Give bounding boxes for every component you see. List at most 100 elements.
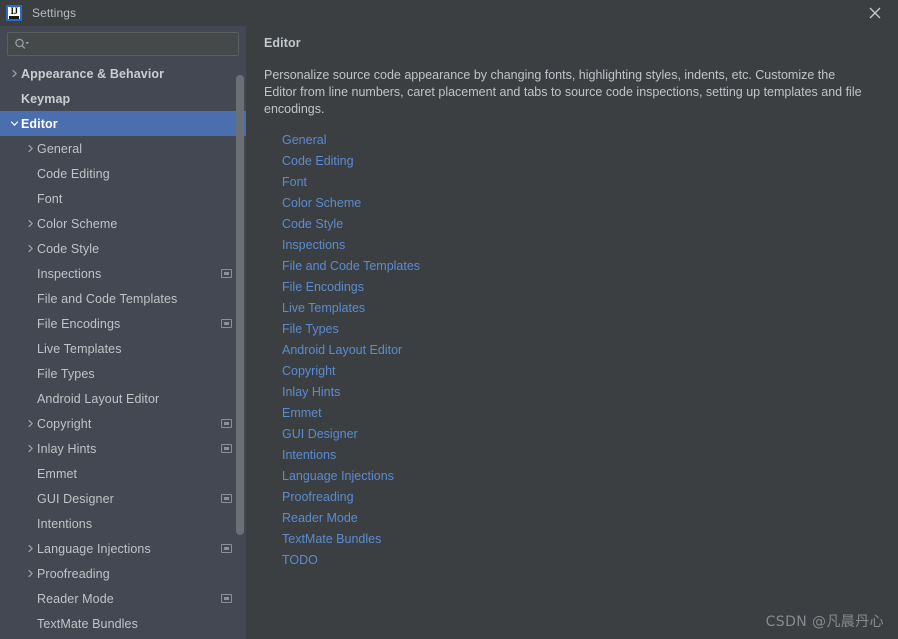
sidebar-item-appearance-behavior[interactable]: Appearance & Behavior <box>0 61 246 86</box>
chevron-right-icon[interactable] <box>24 144 37 153</box>
subsection-link-list: General Code Editing Font Color Scheme Code … <box>264 130 880 571</box>
sidebar-item-label: Proofreading <box>37 566 110 581</box>
link-color-scheme[interactable]: Color Scheme <box>282 193 361 214</box>
sidebar-item-label: Editor <box>21 116 58 131</box>
project-settings-badge-icon <box>221 269 232 278</box>
link-textmate-bundles[interactable]: TextMate Bundles <box>282 529 381 550</box>
title-bar: IJ Settings <box>0 0 898 26</box>
link-file-types[interactable]: File Types <box>282 319 339 340</box>
link-copyright[interactable]: Copyright <box>282 361 336 382</box>
project-settings-badge-icon <box>221 319 232 328</box>
settings-window: IJ Settings Appearance & Behavior Keymap… <box>0 0 898 639</box>
sidebar-item-keymap[interactable]: Keymap <box>0 86 246 111</box>
chevron-right-icon[interactable] <box>24 569 37 578</box>
chevron-right-icon[interactable] <box>8 69 21 78</box>
chevron-right-icon[interactable] <box>24 419 37 428</box>
sidebar-scrollbar-track[interactable] <box>236 61 244 639</box>
intellij-logo-text: IJ <box>10 6 18 16</box>
sidebar-item-label: Code Editing <box>37 166 110 181</box>
sidebar-item-editor[interactable]: Editor <box>0 111 246 136</box>
sidebar-item-color-scheme[interactable]: Color Scheme <box>0 211 246 236</box>
sidebar-item-file-encodings[interactable]: File Encodings <box>0 311 246 336</box>
chevron-right-icon[interactable] <box>24 544 37 553</box>
main-panel: Editor Personalize source code appearanc… <box>246 26 898 639</box>
search-input[interactable] <box>30 34 238 54</box>
window-title: Settings <box>32 6 77 20</box>
chevron-down-icon[interactable] <box>8 119 21 128</box>
sidebar-item-live-templates[interactable]: Live Templates <box>0 336 246 361</box>
link-todo[interactable]: TODO <box>282 550 318 571</box>
sidebar-item-label: Inspections <box>37 266 102 281</box>
link-gui-designer[interactable]: GUI Designer <box>282 424 358 445</box>
sidebar-item-label: Color Scheme <box>37 216 118 231</box>
sidebar-item-textmate-bundles[interactable]: TextMate Bundles <box>0 611 246 636</box>
sidebar-item-file-and-code-templates[interactable]: File and Code Templates <box>0 286 246 311</box>
sidebar-item-label: Inlay Hints <box>37 441 97 456</box>
search-icon <box>14 38 30 50</box>
link-inlay-hints[interactable]: Inlay Hints <box>282 382 340 403</box>
link-emmet[interactable]: Emmet <box>282 403 322 424</box>
sidebar-item-inspections[interactable]: Inspections <box>0 261 246 286</box>
sidebar-item-label: File and Code Templates <box>37 291 178 306</box>
sidebar-item-file-types[interactable]: File Types <box>0 361 246 386</box>
link-intentions[interactable]: Intentions <box>282 445 336 466</box>
project-settings-badge-icon <box>221 544 232 553</box>
link-general[interactable]: General <box>282 130 326 151</box>
chevron-right-icon[interactable] <box>24 444 37 453</box>
sidebar-item-android-layout-editor[interactable]: Android Layout Editor <box>0 386 246 411</box>
sidebar-item-label: Live Templates <box>37 341 122 356</box>
project-settings-badge-icon <box>221 494 232 503</box>
link-language-injections[interactable]: Language Injections <box>282 466 394 487</box>
sidebar-item-label: File Types <box>37 366 95 381</box>
sidebar-item-gui-designer[interactable]: GUI Designer <box>0 486 246 511</box>
link-live-templates[interactable]: Live Templates <box>282 298 365 319</box>
page-title: Editor <box>264 36 301 50</box>
link-inspections[interactable]: Inspections <box>282 235 345 256</box>
sidebar-item-copyright[interactable]: Copyright <box>0 411 246 436</box>
chevron-right-icon[interactable] <box>24 244 37 253</box>
page-description: Personalize source code appearance by ch… <box>264 68 862 116</box>
sidebar-item-label: Appearance & Behavior <box>21 66 165 81</box>
sidebar-item-language-injections[interactable]: Language Injections <box>0 536 246 561</box>
sidebar-item-label: Android Layout Editor <box>37 391 160 406</box>
sidebar-item-proofreading[interactable]: Proofreading <box>0 561 246 586</box>
settings-sidebar: Appearance & Behavior Keymap Editor General… <box>0 26 246 639</box>
sidebar-item-label: Copyright <box>37 416 92 431</box>
sidebar-item-intentions[interactable]: Intentions <box>0 511 246 536</box>
sidebar-item-reader-mode[interactable]: Reader Mode <box>0 586 246 611</box>
search-box[interactable] <box>7 32 239 56</box>
sidebar-item-emmet[interactable]: Emmet <box>0 461 246 486</box>
link-file-and-code-templates[interactable]: File and Code Templates <box>282 256 420 277</box>
link-code-editing[interactable]: Code Editing <box>282 151 354 172</box>
sidebar-item-inlay-hints[interactable]: Inlay Hints <box>0 436 246 461</box>
sidebar-item-label: Intentions <box>37 516 93 531</box>
settings-tree: Appearance & Behavior Keymap Editor General… <box>0 61 246 639</box>
chevron-right-icon[interactable] <box>24 219 37 228</box>
sidebar-item-label: File Encodings <box>37 316 121 331</box>
sidebar-item-label: Font <box>37 191 63 206</box>
link-proofreading[interactable]: Proofreading <box>282 487 354 508</box>
sidebar-item-font[interactable]: Font <box>0 186 246 211</box>
sidebar-item-label: Emmet <box>37 466 78 481</box>
close-button[interactable] <box>852 0 898 26</box>
link-code-style[interactable]: Code Style <box>282 214 343 235</box>
sidebar-item-label: Reader Mode <box>37 591 114 606</box>
sidebar-item-label: General <box>37 141 83 156</box>
link-file-encodings[interactable]: File Encodings <box>282 277 364 298</box>
sidebar-item-general[interactable]: General <box>0 136 246 161</box>
project-settings-badge-icon <box>221 419 232 428</box>
sidebar-item-label: Language Injections <box>37 541 151 556</box>
intellij-idea-logo-icon: IJ <box>6 5 22 21</box>
search-area <box>0 26 246 61</box>
project-settings-badge-icon <box>221 594 232 603</box>
link-font[interactable]: Font <box>282 172 307 193</box>
sidebar-item-code-style[interactable]: Code Style <box>0 236 246 261</box>
close-icon <box>869 7 881 19</box>
sidebar-item-label: TextMate Bundles <box>37 616 138 631</box>
sidebar-item-code-editing[interactable]: Code Editing <box>0 161 246 186</box>
link-reader-mode[interactable]: Reader Mode <box>282 508 358 529</box>
link-android-layout-editor[interactable]: Android Layout Editor <box>282 340 402 361</box>
sidebar-scrollbar-thumb[interactable] <box>236 75 244 535</box>
sidebar-item-label: Keymap <box>21 91 71 106</box>
sidebar-item-label: GUI Designer <box>37 491 114 506</box>
